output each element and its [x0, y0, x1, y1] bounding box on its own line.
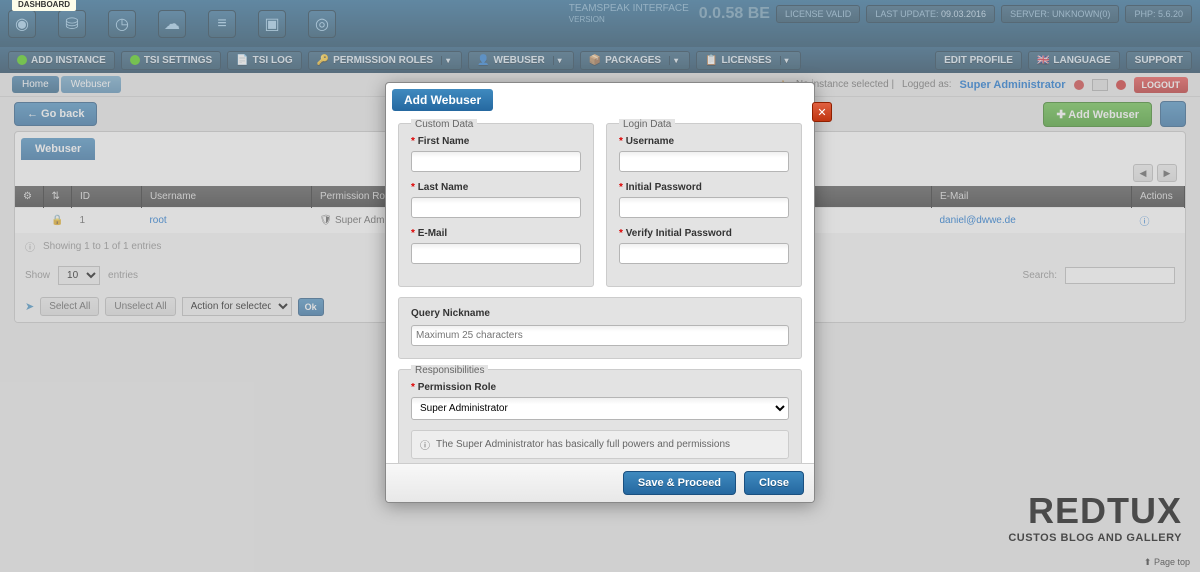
page-top-link[interactable]: ⬆ Page top	[1144, 557, 1190, 568]
custom-data-legend: Custom Data	[411, 119, 477, 130]
modal-title: Add Webuser	[392, 89, 493, 111]
permission-role-label: * Permission Role	[411, 382, 789, 393]
watermark-logo: REDTUX CUSTOS BLOG AND GALLERY	[1008, 490, 1182, 544]
query-nickname-section: Query Nickname	[398, 297, 802, 359]
responsibilities-fieldset: Responsibilities * Permission Role Super…	[398, 369, 802, 463]
last-name-input[interactable]	[411, 197, 581, 218]
dashboard-tab[interactable]: DASHBOARD	[12, 0, 76, 11]
initial-password-label: * Initial Password	[619, 182, 789, 193]
username-label: * Username	[619, 136, 789, 147]
username-input[interactable]	[619, 151, 789, 172]
first-name-input[interactable]	[411, 151, 581, 172]
verify-password-label: * Verify Initial Password	[619, 228, 789, 239]
initial-password-input[interactable]	[619, 197, 789, 218]
add-webuser-modal: Add Webuser Custom Data * First Name * L…	[385, 82, 815, 503]
query-nick-label: Query Nickname	[411, 308, 789, 319]
email-input[interactable]	[411, 243, 581, 264]
modal-overlay: Add Webuser Custom Data * First Name * L…	[0, 0, 1200, 572]
login-data-legend: Login Data	[619, 119, 675, 130]
verify-password-input[interactable]	[619, 243, 789, 264]
modal-close-icon[interactable]: ✕	[812, 102, 832, 122]
query-nickname-input[interactable]	[411, 325, 789, 346]
email-label: * E-Mail	[411, 228, 581, 239]
permission-role-select[interactable]: Super Administrator	[411, 397, 789, 420]
modal-footer: Save & Proceed Close	[386, 463, 814, 502]
first-name-label: * First Name	[411, 136, 581, 147]
custom-data-fieldset: Custom Data * First Name * Last Name * E…	[398, 123, 594, 287]
close-button[interactable]: Close	[744, 471, 804, 495]
login-data-fieldset: Login Data * Username * Initial Password…	[606, 123, 802, 287]
save-proceed-button[interactable]: Save & Proceed	[623, 471, 736, 495]
responsibilities-legend: Responsibilities	[411, 365, 488, 376]
last-name-label: * Last Name	[411, 182, 581, 193]
permission-info: ⓘThe Super Administrator has basically f…	[411, 430, 789, 459]
